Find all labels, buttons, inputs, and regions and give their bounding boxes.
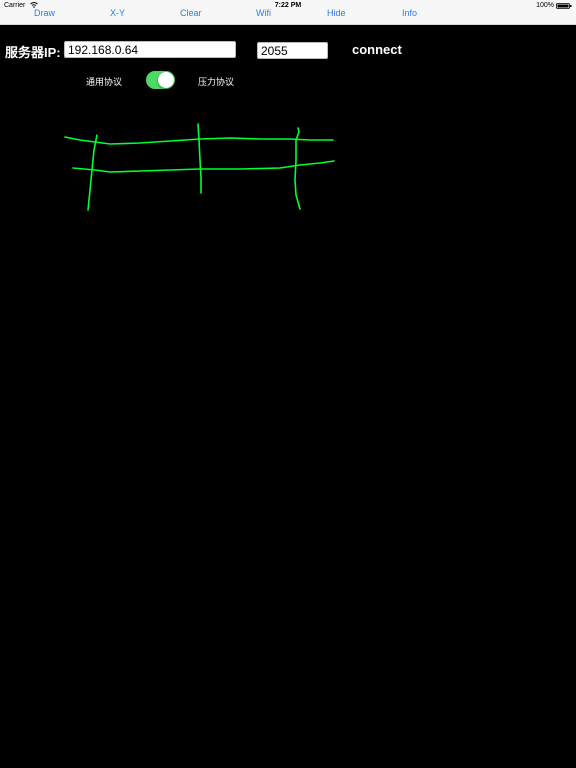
status-time: 7:22 PM [274,2,302,9]
server-ip-label: 服务器IP: [5,45,61,60]
toolbar-wifi-button[interactable]: Wifi [256,8,271,18]
drawn-stroke [87,134,98,211]
drawn-stroke [197,123,202,194]
protocol-toggle[interactable] [146,71,175,89]
drawn-stroke [72,160,335,173]
pressure-protocol-label: 压力协议 [198,77,235,87]
battery-icon [556,3,572,9]
drawing-canvas[interactable] [0,0,576,768]
status-bar: Carrier 7:22 PM 100% Draw X-Y Clear Wifi… [0,0,576,25]
port-input[interactable] [257,42,328,59]
server-ip-input[interactable] [64,41,236,58]
toolbar-clear-button[interactable]: Clear [180,8,202,18]
drawn-stroke [294,127,301,210]
toolbar-hide-button[interactable]: Hide [327,8,346,18]
battery-percent: 100% [536,2,554,9]
toolbar-xy-button[interactable]: X-Y [110,8,125,18]
connect-button[interactable]: connect [352,42,402,57]
toolbar-info-button[interactable]: Info [402,8,417,18]
toolbar-draw-button[interactable]: Draw [34,8,55,18]
toggle-knob [158,72,174,88]
generic-protocol-label: 通用协议 [86,77,123,87]
drawn-stroke [64,136,334,145]
